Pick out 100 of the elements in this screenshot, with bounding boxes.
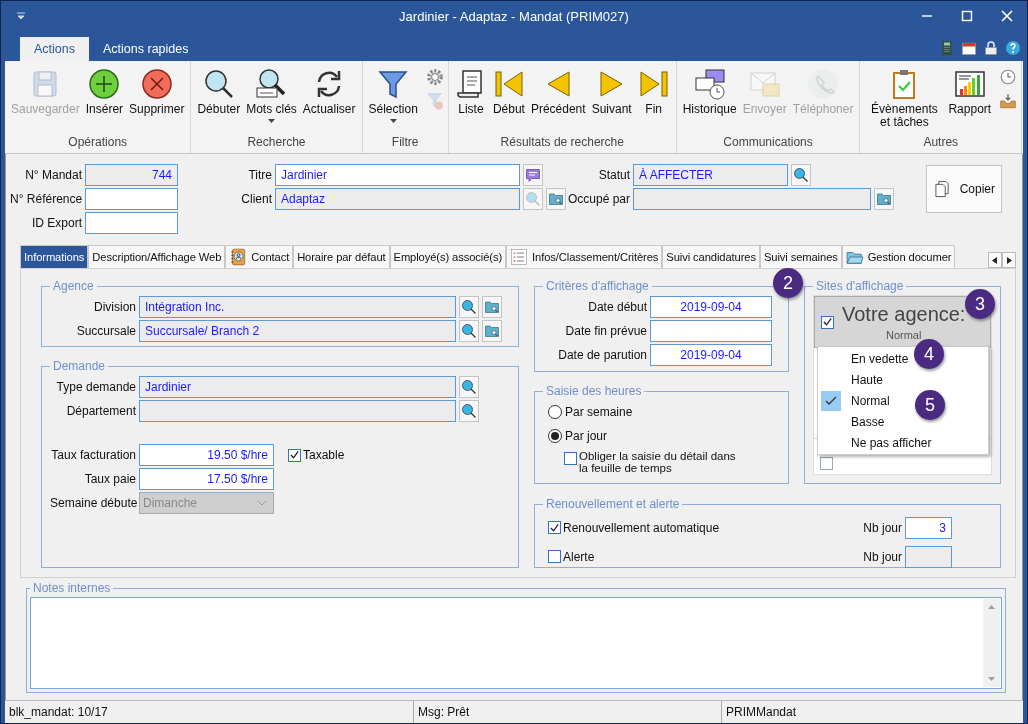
text-field[interactable]: 2019-09-04 (650, 296, 772, 318)
text-field[interactable] (85, 188, 178, 210)
field-label: Date de parution (557, 348, 647, 362)
scroll-right-button[interactable] (1002, 252, 1016, 268)
tab[interactable]: Suivi semaines (759, 245, 842, 268)
lookup-button[interactable] (459, 376, 479, 398)
ribbon-button[interactable]: Historique (680, 66, 739, 134)
folder-search-icon (548, 191, 564, 207)
ribbon-button[interactable]: Suivant (589, 66, 634, 134)
caret-icon (389, 119, 397, 123)
close-icon (1001, 10, 1013, 22)
plus-icon (88, 68, 121, 100)
text-field[interactable]: 19.50 $/hre (139, 444, 274, 466)
settings-icon[interactable] (425, 68, 444, 86)
tab[interactable]: Employé(s) associé(s) (389, 245, 507, 268)
tab[interactable]: Contact (225, 245, 294, 268)
lookup-button[interactable] (791, 164, 811, 186)
group-label: Opérations (67, 135, 129, 151)
ribbon-tab[interactable]: Actions (20, 37, 89, 61)
ribbon-tab[interactable]: Actions rapides (89, 37, 203, 61)
ribbon-button[interactable]: Fin (635, 66, 672, 134)
text-field[interactable]: Intégration Inc. (139, 296, 456, 318)
search-icon (525, 191, 541, 207)
radio-button[interactable] (548, 405, 562, 419)
menu-item[interactable]: Basse (818, 411, 885, 432)
tab[interactable]: Informations (20, 245, 89, 268)
ribbon-button[interactable]: Insérer (83, 66, 126, 134)
scroll-left-button[interactable] (988, 252, 1002, 268)
radio-button[interactable] (548, 429, 562, 443)
tab[interactable]: Suivi candidatures (662, 245, 760, 268)
menu-item[interactable]: Normal (818, 390, 890, 411)
tab[interactable]: Description/Affichage Web (88, 245, 226, 268)
clock-icon[interactable] (999, 68, 1018, 86)
text-field[interactable] (139, 400, 456, 422)
ribbon-button[interactable]: Actualiser (300, 66, 358, 134)
search-icon (461, 379, 477, 395)
text-field[interactable] (85, 212, 178, 234)
menu-item[interactable]: En vedette (818, 348, 909, 369)
text-field[interactable] (633, 188, 871, 210)
text-field[interactable]: 744 (85, 164, 178, 186)
lookup-button[interactable] (874, 188, 894, 210)
lookup-button[interactable] (523, 164, 543, 186)
copy-button[interactable]: Copier (926, 165, 1002, 213)
quick-access-icon[interactable] (15, 10, 27, 22)
checkbox[interactable] (820, 457, 833, 470)
lookup-button[interactable] (482, 320, 502, 342)
text-field[interactable]: 17.50 $/hre (139, 468, 274, 490)
tab[interactable]: Horaire par défaut (293, 245, 390, 268)
lookup-button[interactable] (459, 320, 479, 342)
menu-item[interactable]: Haute (818, 369, 884, 390)
checkbox[interactable] (564, 452, 577, 465)
bar-chart-icon (953, 68, 986, 100)
ribbon-button[interactable]: Mots clés (244, 66, 299, 134)
field-label: Taux paie (83, 472, 136, 486)
lookup-button[interactable] (459, 400, 479, 422)
left-arrow-icon (992, 256, 998, 264)
lookup-button[interactable] (459, 296, 479, 318)
notes-field[interactable] (30, 597, 1002, 689)
help-icon[interactable] (1005, 40, 1021, 56)
text-field[interactable]: À AFFECTER (633, 164, 788, 186)
inbox-icon[interactable] (999, 92, 1018, 110)
lookup-button[interactable] (482, 296, 502, 318)
chat-history-icon (693, 68, 726, 100)
ribbon-button[interactable]: Début (490, 66, 527, 134)
ribbon-button[interactable]: Débuter (195, 66, 243, 134)
text-field[interactable] (650, 320, 772, 342)
tab[interactable]: Infos/Classement/Critères (506, 245, 663, 268)
checkbox[interactable] (548, 521, 561, 534)
scrollbar[interactable] (983, 599, 1000, 687)
tab[interactable]: Gestion documer (841, 245, 956, 268)
text-field[interactable]: Jardinier (275, 164, 520, 186)
checkbox[interactable] (548, 550, 561, 563)
field-label: Taux facturation (50, 448, 136, 462)
ribbon-button[interactable]: Précédent (528, 66, 588, 134)
text-field[interactable]: 2019-09-04 (650, 344, 772, 366)
ribbon-button[interactable]: Évènements et tâches (864, 66, 945, 134)
group-title: Agence (52, 279, 95, 293)
field-label: Nb jour (863, 549, 902, 564)
text-field[interactable]: Adaptaz (275, 188, 520, 210)
ribbon-button[interactable]: Supprimer (127, 66, 187, 134)
lock-icon[interactable] (983, 40, 999, 56)
lookup-button[interactable] (546, 188, 566, 210)
number-field[interactable]: 3 (905, 516, 952, 539)
calendar-icon[interactable] (961, 40, 977, 56)
text-field[interactable]: Succursale/ Branch 2 (139, 320, 456, 342)
first-icon (492, 68, 525, 100)
text-field[interactable]: Jardinier (139, 376, 456, 398)
checkbox[interactable] (821, 315, 834, 329)
group-label: Autres (922, 135, 960, 151)
minimize-icon (921, 15, 933, 17)
last-icon (637, 68, 670, 100)
group-label: Recherche (246, 135, 307, 151)
menu-item[interactable]: Ne pas afficher (818, 432, 932, 453)
group-title: Sites d'affichage (815, 279, 905, 293)
ribbon-button[interactable]: Rapport (946, 66, 994, 134)
ribbon-button[interactable]: Liste (452, 66, 489, 134)
group-title: Demande (52, 359, 107, 373)
field-label: Département (65, 404, 136, 418)
ribbon-button[interactable]: Sélection (366, 66, 420, 134)
checkbox[interactable] (288, 448, 301, 462)
